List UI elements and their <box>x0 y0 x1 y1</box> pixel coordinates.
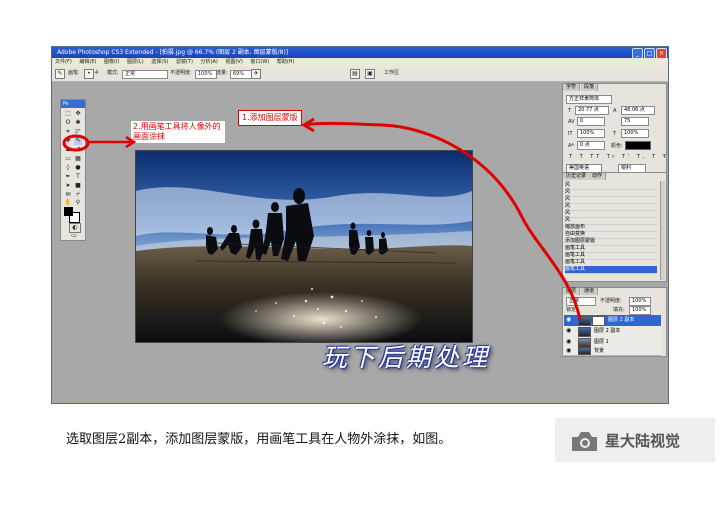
camera-logo-icon <box>572 432 597 451</box>
brand-watermark: 星大陆视觉 <box>555 418 715 462</box>
caption-text: 选取图层2副本，添加图层蒙版，用画笔工具在人物外涂抹，如图。 <box>66 432 452 447</box>
overlay-title: 玩下后期处理 <box>322 343 491 372</box>
brand-name: 星大陆视觉 <box>605 432 681 450</box>
circle-highlight-brush-tool <box>62 134 90 152</box>
arrow-to-step-1 <box>304 121 582 321</box>
